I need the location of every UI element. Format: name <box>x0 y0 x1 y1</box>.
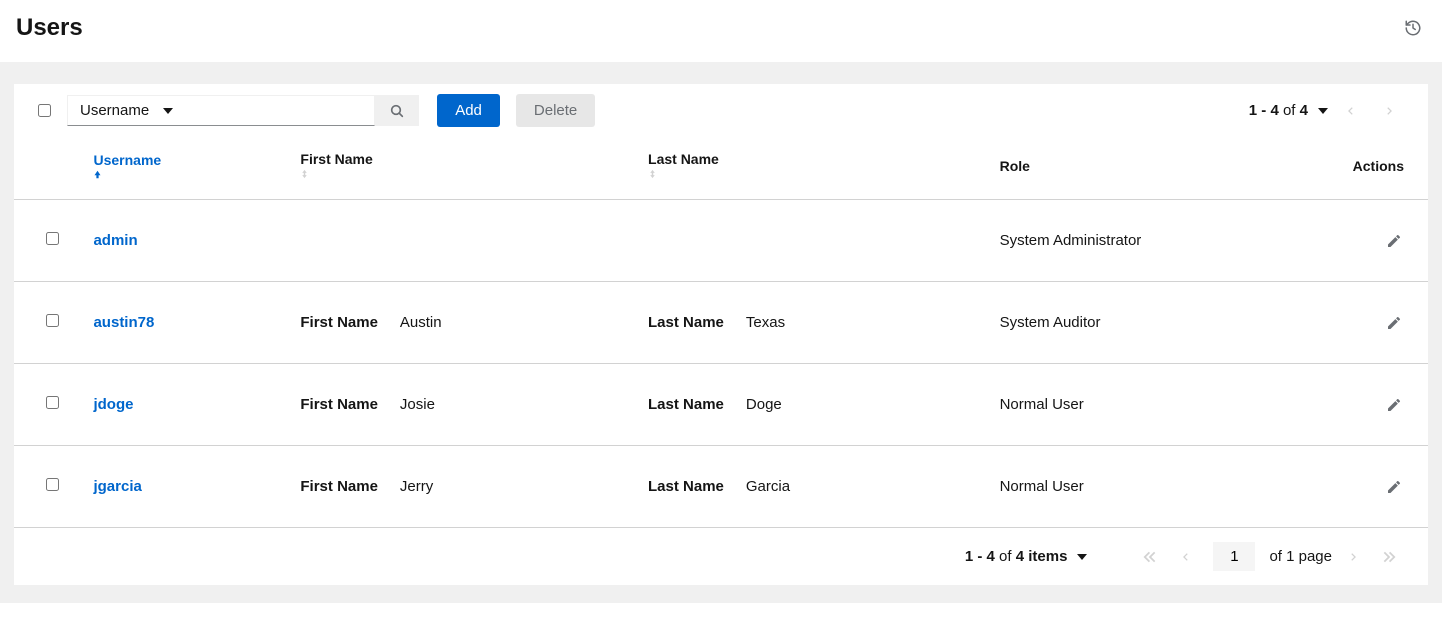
add-button[interactable]: Add <box>437 94 500 127</box>
top-prev-button[interactable] <box>1336 100 1366 122</box>
row-checkbox[interactable] <box>46 396 59 409</box>
table-row: jgarcia First Name Jerry Last Name Garcia Nor… <box>14 446 1428 528</box>
last-name-value: Garcia <box>746 478 790 495</box>
next-page-button[interactable] <box>1340 548 1366 566</box>
search-field-dropdown[interactable]: Username <box>67 95 185 126</box>
last-page-button[interactable] <box>1374 548 1404 566</box>
pencil-icon <box>1386 233 1402 249</box>
items-range-text: 1 - 4 of 4 items <box>965 548 1068 565</box>
search-input[interactable] <box>185 95 375 126</box>
role-value: System Auditor <box>1000 314 1101 331</box>
users-panel: Username Add Delete <box>14 84 1428 585</box>
top-range-text: 1 - 4 of 4 <box>1249 102 1308 119</box>
username-link[interactable]: jdoge <box>93 396 133 413</box>
username-link[interactable]: jgarcia <box>93 478 141 495</box>
last-name-label: Last Name <box>648 396 724 413</box>
search-button[interactable] <box>375 95 419 126</box>
first-name-label: First Name <box>300 478 378 495</box>
first-name-value: Josie <box>400 396 435 413</box>
chevron-double-left-icon <box>1143 550 1157 564</box>
caret-down-icon <box>1318 108 1328 114</box>
col-header-role: Role <box>992 137 1345 200</box>
search-icon <box>389 103 405 119</box>
chevron-right-icon <box>1384 104 1394 118</box>
users-table: Username First Name Last Name <box>14 137 1428 528</box>
chevron-left-icon <box>1346 104 1356 118</box>
page-title: Users <box>16 14 83 42</box>
col-header-first-name[interactable]: First Name <box>292 137 640 200</box>
col-header-username[interactable]: Username <box>85 137 292 200</box>
first-page-button[interactable] <box>1135 548 1165 566</box>
select-all-checkbox[interactable] <box>38 104 51 117</box>
caret-down-icon <box>163 108 173 114</box>
sort-icon <box>648 167 984 181</box>
role-value: Normal User <box>1000 396 1084 413</box>
last-name-label: Last Name <box>648 478 724 495</box>
first-name-value: Jerry <box>400 478 433 495</box>
delete-button[interactable]: Delete <box>516 94 595 127</box>
username-link[interactable]: austin78 <box>93 314 154 331</box>
edit-button[interactable] <box>1386 315 1402 331</box>
pagination: 1 - 4 of 4 items of 1 page <box>14 528 1428 585</box>
caret-down-icon <box>1077 554 1087 560</box>
pencil-icon <box>1386 397 1402 413</box>
table-row: admin System Administrator <box>14 200 1428 282</box>
page-suffix: of 1 page <box>1269 548 1332 565</box>
row-checkbox[interactable] <box>46 232 59 245</box>
top-range-dropdown[interactable]: 1 - 4 of 4 <box>1249 102 1328 119</box>
last-name-label: Last Name <box>648 314 724 331</box>
table-row: austin78 First Name Austin Last Name Texas Sy… <box>14 282 1428 364</box>
chevron-double-right-icon <box>1382 550 1396 564</box>
row-checkbox[interactable] <box>46 314 59 327</box>
history-button[interactable] <box>1400 15 1426 41</box>
col-header-actions: Actions <box>1345 137 1428 200</box>
last-name-value: Texas <box>746 314 785 331</box>
sort-icon <box>300 167 632 181</box>
table-row: jdoge First Name Josie Last Name Doge Normal … <box>14 364 1428 446</box>
prev-page-button[interactable] <box>1173 548 1199 566</box>
username-link[interactable]: admin <box>93 232 137 249</box>
first-name-label: First Name <box>300 396 378 413</box>
edit-button[interactable] <box>1386 479 1402 495</box>
chevron-right-icon <box>1348 550 1358 564</box>
items-range-dropdown[interactable]: 1 - 4 of 4 items <box>965 548 1088 565</box>
chevron-left-icon <box>1181 550 1191 564</box>
pencil-icon <box>1386 479 1402 495</box>
role-value: Normal User <box>1000 478 1084 495</box>
first-name-value: Austin <box>400 314 442 331</box>
last-name-value: Doge <box>746 396 782 413</box>
role-value: System Administrator <box>1000 232 1142 249</box>
search-field-label: Username <box>80 102 149 119</box>
col-header-last-name[interactable]: Last Name <box>640 137 992 200</box>
sort-up-icon <box>93 168 284 181</box>
first-name-label: First Name <box>300 314 378 331</box>
edit-button[interactable] <box>1386 397 1402 413</box>
history-icon <box>1404 19 1422 37</box>
current-page-input[interactable] <box>1213 542 1255 571</box>
row-checkbox[interactable] <box>46 478 59 491</box>
toolbar: Username Add Delete <box>14 84 1428 137</box>
edit-button[interactable] <box>1386 233 1402 249</box>
top-next-button[interactable] <box>1374 100 1404 122</box>
pencil-icon <box>1386 315 1402 331</box>
